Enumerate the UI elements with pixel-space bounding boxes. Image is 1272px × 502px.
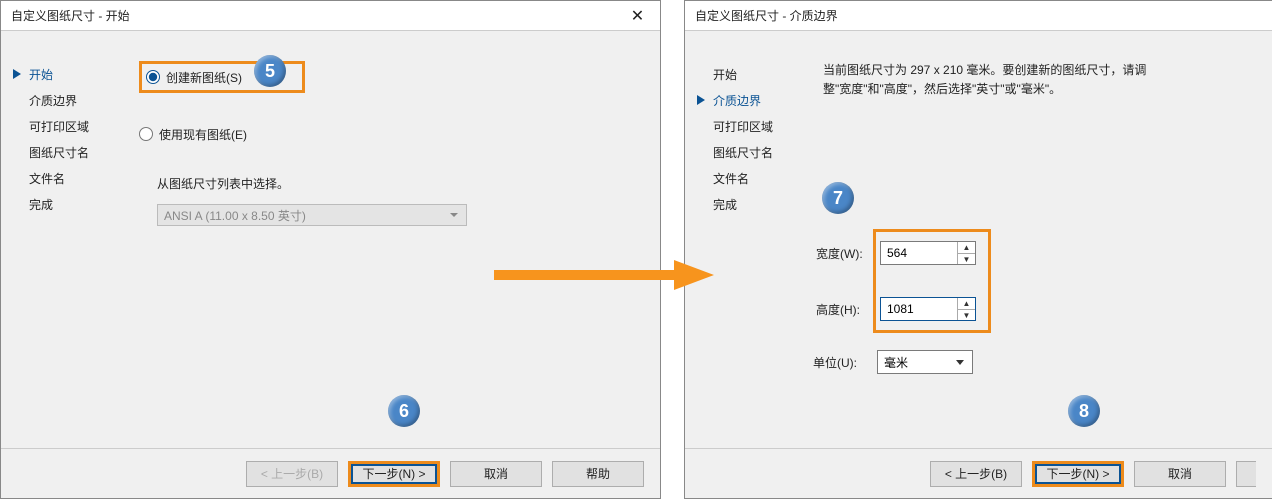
height-input[interactable]: [881, 298, 957, 320]
back-button[interactable]: < 上一步(B): [930, 461, 1022, 487]
button-bar: < 上一步(B) 下一步(N) > 取消: [685, 448, 1272, 498]
dialog-custom-paper-start: 自定义图纸尺寸 - 开始 ✕ 开始 介质边界 可打印区域 图纸尺寸名 文件名 完…: [0, 0, 661, 499]
callout-8: 8: [1068, 395, 1100, 427]
wizard-nav: 开始 介质边界 可打印区域 图纸尺寸名 文件名 完成: [19, 61, 119, 488]
nav-item-start[interactable]: 开始: [19, 61, 119, 87]
nav-item-start[interactable]: 开始: [703, 61, 803, 87]
radio-create-new-label: 创建新图纸(S): [166, 69, 242, 86]
radio-use-existing-label: 使用现有图纸(E): [159, 126, 247, 143]
highlight-dimensions: 宽度(W): ▲▼ 高度(H): ▲▼: [873, 229, 991, 333]
spin-down-icon[interactable]: ▼: [958, 254, 975, 265]
nav-item-paper-name[interactable]: 图纸尺寸名: [703, 139, 803, 165]
nav-item-finish[interactable]: 完成: [703, 191, 803, 217]
spin-down-icon[interactable]: ▼: [958, 310, 975, 321]
help-button[interactable]: 帮助: [552, 461, 644, 487]
cancel-button[interactable]: 取消: [1134, 461, 1226, 487]
nav-item-media-bounds[interactable]: 介质边界: [19, 87, 119, 113]
next-button[interactable]: 下一步(N) >: [1032, 461, 1124, 487]
width-spinbox[interactable]: ▲▼: [880, 241, 976, 265]
height-spinbox[interactable]: ▲▼: [880, 297, 976, 321]
callout-7: 7: [822, 182, 854, 214]
unit-label: 单位(U):: [813, 354, 877, 371]
transition-arrow-icon: [494, 260, 714, 290]
titlebar: 自定义图纸尺寸 - 开始 ✕: [1, 1, 660, 31]
radio-use-existing[interactable]: [139, 127, 153, 141]
back-button: < 上一步(B): [246, 461, 338, 487]
dialog-title: 自定义图纸尺寸 - 开始: [11, 7, 130, 24]
next-button[interactable]: 下一步(N) >: [348, 461, 440, 487]
cancel-button[interactable]: 取消: [450, 461, 542, 487]
spin-up-icon[interactable]: ▲: [958, 242, 975, 254]
height-label: 高度(H):: [816, 301, 880, 318]
nav-item-printable-area[interactable]: 可打印区域: [19, 113, 119, 139]
width-input[interactable]: [881, 242, 957, 264]
nav-item-file-name[interactable]: 文件名: [703, 165, 803, 191]
help-button-partial[interactable]: [1236, 461, 1256, 487]
unit-dropdown[interactable]: 毫米: [877, 350, 973, 374]
nav-item-media-bounds[interactable]: 介质边界: [703, 87, 803, 113]
callout-6: 6: [388, 395, 420, 427]
dialog-title: 自定义图纸尺寸 - 介质边界: [695, 7, 838, 24]
button-bar: < 上一步(B) 下一步(N) > 取消 帮助: [1, 448, 660, 498]
callout-5: 5: [254, 55, 286, 87]
wizard-nav: 开始 介质边界 可打印区域 图纸尺寸名 文件名 完成: [703, 61, 803, 488]
width-label: 宽度(W):: [816, 245, 880, 262]
hint-select-from-list: 从图纸尺寸列表中选择。: [157, 175, 640, 192]
radio-create-new[interactable]: [146, 70, 160, 84]
nav-item-file-name[interactable]: 文件名: [19, 165, 119, 191]
close-icon[interactable]: ✕: [615, 1, 660, 30]
nav-item-finish[interactable]: 完成: [19, 191, 119, 217]
spin-up-icon[interactable]: ▲: [958, 298, 975, 310]
nav-item-paper-name[interactable]: 图纸尺寸名: [19, 139, 119, 165]
paper-size-dropdown[interactable]: ANSI A (11.00 x 8.50 英寸): [157, 204, 467, 226]
description-text: 当前图纸尺寸为 297 x 210 毫米。要创建新的图纸尺寸，请调整"宽度"和"…: [823, 61, 1153, 99]
dialog-custom-paper-bounds: 自定义图纸尺寸 - 介质边界 开始 介质边界 可打印区域 图纸尺寸名 文件名 完…: [684, 0, 1272, 499]
nav-item-printable-area[interactable]: 可打印区域: [703, 113, 803, 139]
titlebar: 自定义图纸尺寸 - 介质边界: [685, 1, 1272, 31]
